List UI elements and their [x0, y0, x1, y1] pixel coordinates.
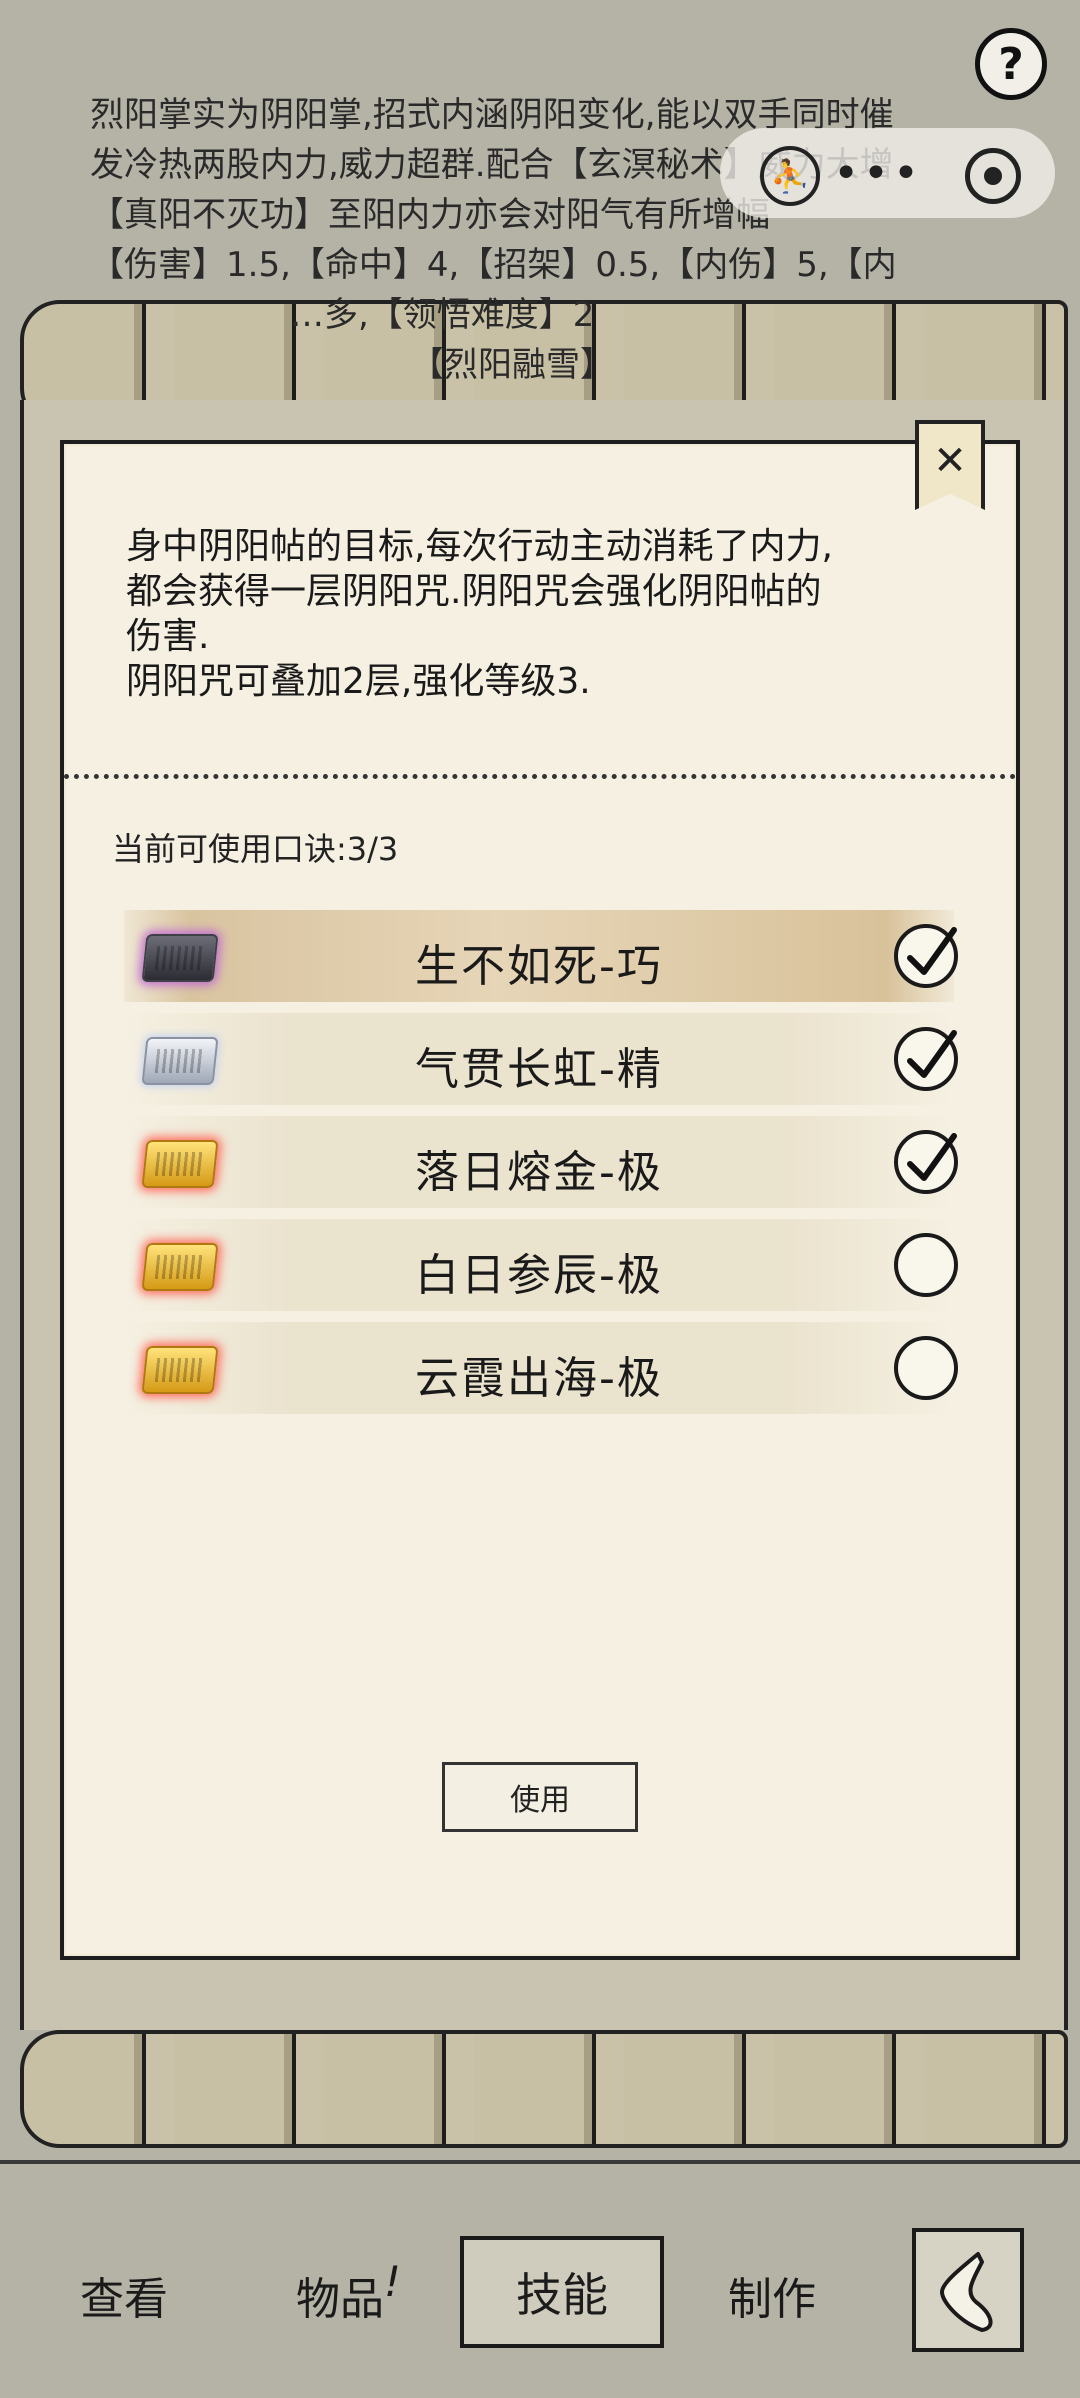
nav-skills[interactable]: 技能	[460, 2236, 664, 2348]
floating-toolbar: ⛹ •••	[720, 128, 1055, 218]
checkmark-icon	[907, 927, 957, 975]
mantra-row[interactable]: 落日熔金-极	[124, 1116, 958, 1208]
checkmark-icon	[907, 1030, 957, 1078]
mantra-dialog: 身中阴阳帖的目标,每次行动主动消耗了内力, 都会获得一层阴阳咒.阴阳咒会强化阴阳…	[60, 440, 1020, 1960]
help-button[interactable]: ?	[975, 28, 1047, 100]
joystick-icon[interactable]: ⛹	[760, 146, 820, 206]
nav-view[interactable]: 查看	[80, 2263, 168, 2327]
question-icon: ?	[998, 38, 1024, 90]
mantra-row[interactable]: 生不如死-巧	[124, 910, 958, 1002]
mantra-count: 当前可使用口诀:3/3	[112, 830, 399, 868]
mantra-name: 气贯长虹-精	[415, 1044, 663, 1095]
checkbox-unchecked[interactable]	[894, 1233, 958, 1297]
mantra-name: 落日熔金-极	[415, 1147, 663, 1198]
more-icon[interactable]: •••	[833, 143, 919, 203]
divider	[0, 2160, 1080, 2164]
record-icon[interactable]	[965, 148, 1021, 204]
checkbox-unchecked[interactable]	[894, 1336, 958, 1400]
checkmark-icon	[907, 1133, 957, 1181]
checkbox-checked[interactable]	[894, 924, 958, 988]
bg-line: 【伤害】1.5,【命中】4,【招架】0.5,【内伤】5,【内	[90, 245, 897, 285]
nav-craft[interactable]: 制作	[728, 2263, 816, 2327]
nav-items-label: 物品	[296, 2274, 384, 2325]
mantra-row[interactable]: 云霞出海-极	[124, 1322, 958, 1414]
back-button[interactable]	[912, 2228, 1024, 2352]
checkbox-checked[interactable]	[894, 1130, 958, 1194]
nav-skills-label: 技能	[516, 2268, 608, 2322]
scroll-bottom-roll	[20, 2030, 1068, 2148]
description-line: 伤害.	[126, 616, 210, 657]
mantra-row[interactable]: 气贯长虹-精	[124, 1013, 958, 1105]
nav-items[interactable]: 物品!	[296, 2257, 401, 2327]
effect-description: 身中阴阳帖的目标,每次行动主动消耗了内力, 都会获得一层阴阳咒.阴阳咒会强化阴阳…	[126, 524, 966, 704]
dotted-divider	[64, 774, 1016, 779]
description-line: 都会获得一层阴阳咒.阴阳咒会强化阴阳帖的	[126, 571, 822, 612]
description-line: 阴阳咒可叠加2层,强化等级3.	[126, 661, 591, 702]
mantra-name: 生不如死-巧	[415, 941, 663, 992]
bg-line: 【烈阳融雪】	[410, 345, 614, 385]
close-icon: ✕	[933, 438, 967, 484]
checkbox-checked[interactable]	[894, 1027, 958, 1091]
new-badge: !	[384, 2257, 401, 2306]
bg-line: …多,【领悟难度】2	[290, 295, 595, 335]
back-arrow-icon	[940, 2252, 993, 2332]
description-line: 身中阴阳帖的目标,每次行动主动消耗了内力,	[126, 526, 833, 567]
use-button[interactable]: 使用	[442, 1762, 638, 1832]
mantra-name: 白日参辰-极	[415, 1250, 663, 1301]
mantra-row[interactable]: 白日参辰-极	[124, 1219, 958, 1311]
mantra-name: 云霞出海-极	[415, 1353, 663, 1404]
